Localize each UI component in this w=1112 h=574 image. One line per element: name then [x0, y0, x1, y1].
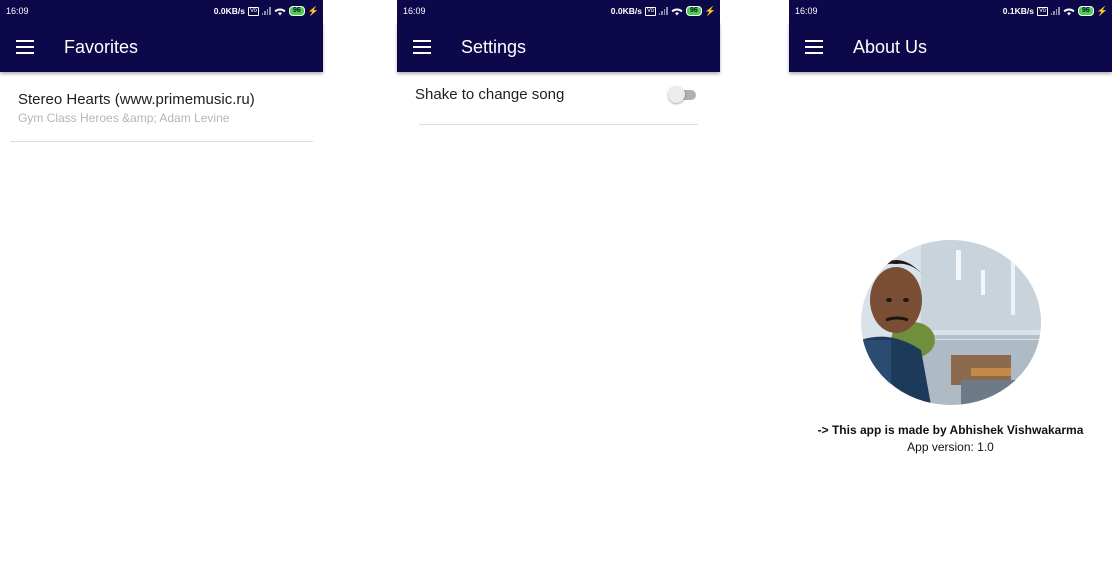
app-bar: Settings	[397, 22, 720, 72]
status-bar: 16:09 0.0KB/s Vo 96 ⚡	[0, 0, 323, 22]
page-title: Settings	[461, 36, 527, 57]
wifi-icon	[671, 8, 683, 15]
wifi-icon	[274, 8, 286, 15]
volte-icon: Vo	[1036, 6, 1048, 16]
developer-photo-image	[861, 240, 1041, 405]
signal-icon	[261, 7, 271, 15]
menu-icon[interactable]	[805, 40, 823, 54]
status-icons: 0.0KB/s Vo 96 ⚡	[214, 6, 319, 17]
battery-icon: 96	[1077, 6, 1094, 16]
song-artist: Gym Class Heroes &amp; Adam Levine	[18, 111, 230, 125]
settings-screen: 16:09 0.0KB/s Vo 96 ⚡ Settings Shake to …	[397, 0, 720, 574]
about-screen: 16:09 0.1KB/s Vo 96 ⚡ About Us -> This a…	[789, 0, 1112, 574]
network-speed: 0.0KB/s	[213, 6, 245, 16]
toggle-thumb	[668, 86, 685, 103]
status-icons: 0.1KB/s Vo 96 ⚡	[1003, 6, 1108, 17]
app-bar: Favorites	[0, 22, 323, 72]
battery-icon: 96	[288, 6, 305, 16]
about-info: -> This app is made by Abhishek Vishwaka…	[789, 423, 1112, 454]
status-time: 16:09	[403, 6, 426, 16]
charging-icon: ⚡	[1096, 5, 1108, 16]
page-title: About Us	[853, 36, 928, 57]
volte-icon: Vo	[247, 6, 259, 16]
shake-setting-row[interactable]: Shake to change song	[415, 72, 698, 125]
app-version-text: App version: 1.0	[907, 440, 994, 454]
charging-icon: ⚡	[307, 5, 319, 16]
page-title: Favorites	[64, 36, 139, 57]
menu-icon[interactable]	[413, 40, 431, 54]
favorites-screen: 16:09 0.0KB/s Vo 96 ⚡ Favorites Stereo H…	[0, 0, 323, 574]
battery-icon: 96	[685, 6, 702, 16]
network-speed: 0.0KB/s	[610, 6, 642, 16]
network-speed: 0.1KB/s	[1002, 6, 1034, 16]
song-title: Stereo Hearts (www.primemusic.ru)	[18, 91, 255, 108]
status-time: 16:09	[6, 6, 29, 16]
status-time: 16:09	[795, 6, 818, 16]
status-icons: 0.0KB/s Vo 96 ⚡	[611, 6, 716, 17]
made-by-text: -> This app is made by Abhishek Vishwaka…	[817, 423, 1084, 437]
status-bar: 16:09 0.0KB/s Vo 96 ⚡	[397, 0, 720, 22]
menu-icon[interactable]	[16, 40, 34, 54]
app-bar: About Us	[789, 22, 1112, 72]
wifi-icon	[1063, 8, 1075, 15]
charging-icon: ⚡	[704, 5, 716, 16]
signal-icon	[1050, 7, 1060, 15]
shake-setting-label: Shake to change song	[415, 85, 565, 103]
shake-toggle[interactable]	[668, 86, 698, 103]
signal-icon	[658, 7, 668, 15]
volte-icon: Vo	[644, 6, 656, 16]
developer-photo	[861, 240, 1041, 405]
status-bar: 16:09 0.1KB/s Vo 96 ⚡	[789, 0, 1112, 22]
favorite-song-item[interactable]: Stereo Hearts (www.primemusic.ru) Gym Cl…	[10, 72, 313, 142]
